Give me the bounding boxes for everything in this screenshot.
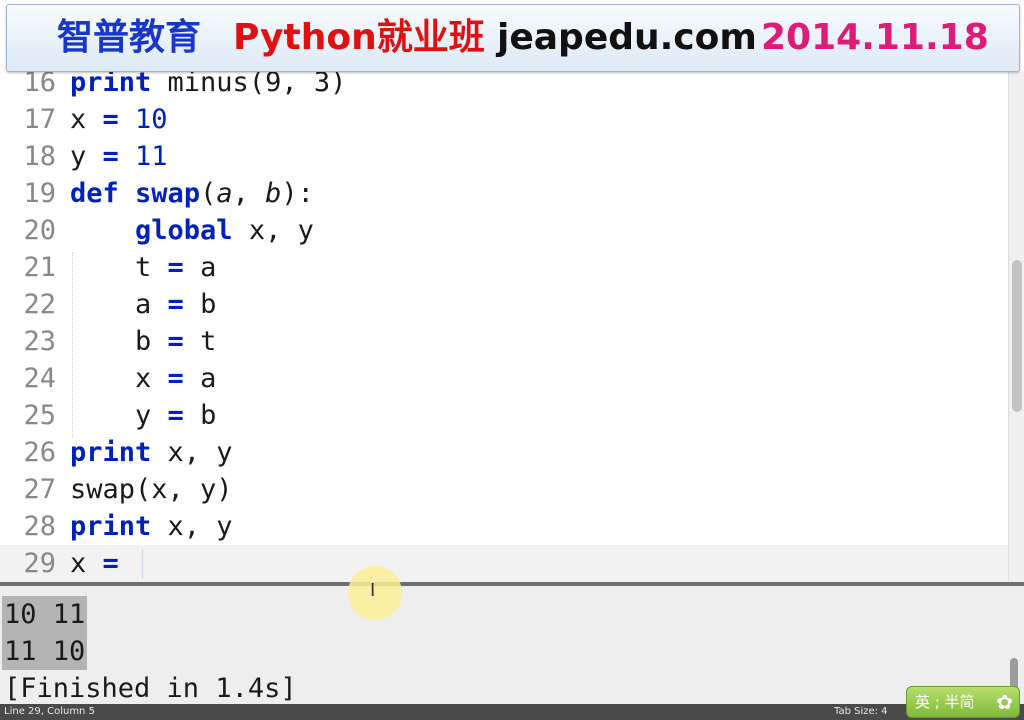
code-line[interactable]: 24 x = a: [0, 360, 216, 397]
banner-site: jeapedu.com: [497, 17, 757, 58]
banner-date: 2014.11.18: [761, 17, 989, 58]
code-token: x, y: [151, 511, 233, 542]
code-line[interactable]: 20 global x, y: [0, 212, 314, 249]
line-number: 26: [23, 437, 56, 468]
code-line[interactable]: 23 b = t: [0, 323, 216, 360]
ibeam-cursor-icon: I: [370, 580, 376, 601]
output-line: 10 11: [2, 596, 88, 633]
line-number: 24: [23, 363, 56, 394]
code-token: =: [102, 104, 119, 135]
line-number: 18: [23, 141, 56, 172]
code-token: =: [167, 289, 184, 320]
output-line: [Finished in 1.4s]: [4, 673, 297, 704]
code-token: a: [70, 289, 168, 320]
code-token: =: [167, 363, 184, 394]
output-line: 11 10: [2, 633, 88, 670]
code-token: b: [265, 178, 282, 209]
flower-icon: ✿: [996, 690, 1013, 714]
code-line[interactable]: 28 print x, y: [0, 508, 233, 545]
code-token: print: [70, 511, 152, 542]
code-token: x, y: [232, 215, 314, 246]
code-token: a: [183, 363, 217, 394]
code-token: =: [167, 252, 184, 283]
code-token: =: [102, 548, 119, 579]
line-number: 19: [23, 178, 56, 209]
code-line[interactable]: 17 x = 10: [0, 101, 168, 138]
line-number: 20: [23, 215, 56, 246]
title-banner: 智普教育 Python就业班 jeapedu.com 2014.11.18: [6, 4, 1020, 72]
code-line[interactable]: 27 swap(x, y): [0, 471, 233, 508]
line-number: 27: [23, 474, 56, 505]
code-editor[interactable]: 16 print minus(9, 3) 17 x = 10 18 y = 11 19 def…: [0, 72, 1008, 582]
code-token: =: [102, 141, 119, 172]
line-number: 16: [23, 72, 56, 98]
code-token: ):: [281, 178, 314, 209]
code-token: print: [70, 72, 152, 98]
banner-org: 智普教育: [57, 17, 202, 58]
line-number: 23: [23, 326, 56, 357]
code-token: t: [70, 252, 168, 283]
ime-indicator[interactable]: 英 ; 半简 ✿: [906, 686, 1020, 718]
code-line[interactable]: 21 t = a: [0, 249, 216, 286]
code-line[interactable]: 18 y = 11: [0, 138, 168, 175]
code-token: b: [183, 400, 217, 431]
code-token: def: [70, 178, 119, 209]
code-token: a: [183, 252, 217, 283]
ime-label: 英 ; 半简: [915, 693, 975, 711]
code-token: x, y: [151, 437, 233, 468]
code-token: 10: [135, 104, 168, 135]
code-token: a: [216, 178, 233, 209]
code-token: =: [167, 326, 184, 357]
editor-vertical-scrollbar[interactable]: [1008, 72, 1024, 582]
code-line[interactable]: 26 print x, y: [0, 434, 233, 471]
banner-course: Python就业班: [233, 17, 485, 58]
code-token: 11: [135, 141, 168, 172]
line-number: 29: [23, 548, 56, 579]
code-line[interactable]: 22 a = b: [0, 286, 216, 323]
line-number: 28: [23, 511, 56, 542]
code-token: print: [70, 437, 152, 468]
line-number: 25: [23, 400, 56, 431]
code-token: ,: [232, 178, 266, 209]
line-number: 17: [23, 104, 56, 135]
line-number: 22: [23, 289, 56, 320]
code-token: global: [135, 215, 233, 246]
code-token: x: [70, 104, 103, 135]
code-line[interactable]: 16 print minus(9, 3): [0, 72, 346, 101]
code-token: t: [183, 326, 217, 357]
text-caret: [142, 549, 143, 579]
line-number: 21: [23, 252, 56, 283]
code-token: (: [200, 178, 217, 209]
code-token: swap(x, y): [70, 474, 233, 505]
cursor-position: Line 29, Column 5: [4, 706, 95, 717]
code-token: x: [70, 548, 103, 579]
code-token: swap: [135, 178, 201, 209]
build-output-panel[interactable]: 10 11 11 10 [Finished in 1.4s]: [0, 586, 1024, 704]
code-token: b: [183, 289, 217, 320]
code-line[interactable]: 19 def swap(a, b):: [0, 175, 314, 212]
code-token: x: [70, 363, 168, 394]
code-token: y: [70, 400, 168, 431]
editor-scroll-thumb[interactable]: [1012, 260, 1022, 412]
status-bar: Line 29, Column 5 Tab Size: 4: [0, 704, 1024, 720]
code-line[interactable]: 29 x =: [0, 545, 1008, 582]
code-token: minus(9, 3): [151, 72, 347, 98]
tab-size-indicator[interactable]: Tab Size: 4: [834, 704, 888, 720]
code-token: =: [167, 400, 184, 431]
code-line[interactable]: 25 y = b: [0, 397, 216, 434]
code-token: b: [70, 326, 168, 357]
code-token: y: [70, 141, 103, 172]
